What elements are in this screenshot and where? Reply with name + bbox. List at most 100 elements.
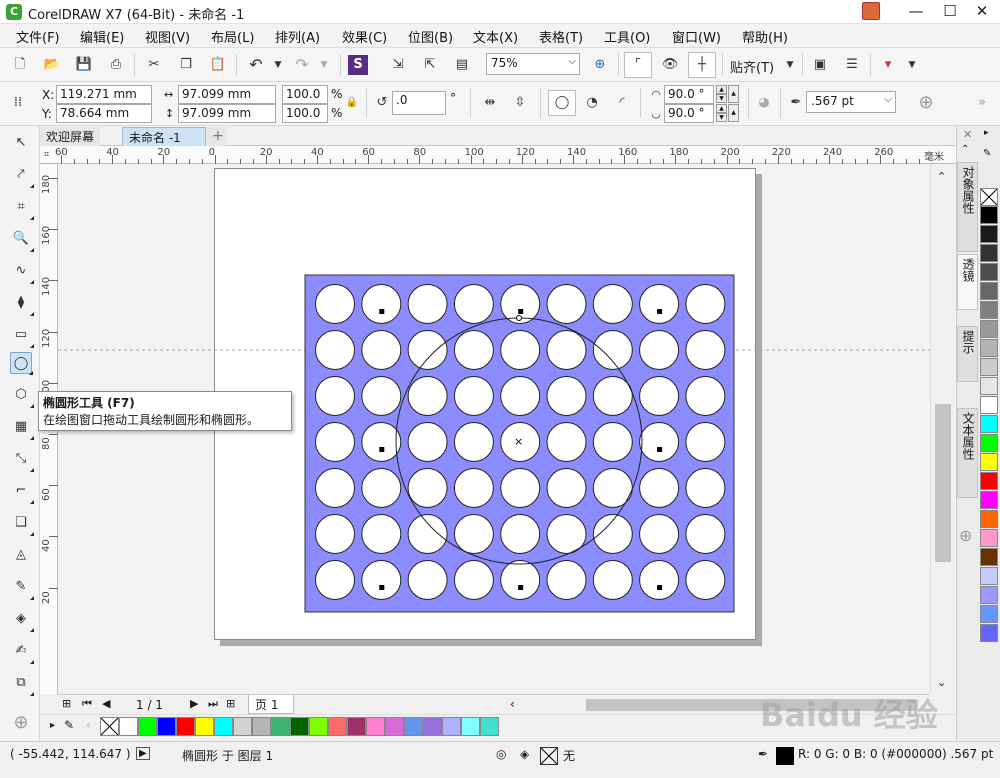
selection-handle[interactable] xyxy=(657,447,663,452)
snap-to-dropdown[interactable]: 贴齐(T) xyxy=(730,57,774,76)
grid-circle[interactable] xyxy=(453,468,494,508)
start-angle-spin[interactable]: ▲ xyxy=(728,85,739,103)
grid-circle[interactable] xyxy=(315,514,355,554)
interactive-fill-tool-icon[interactable]: ◈ xyxy=(10,608,34,632)
color-swatch[interactable] xyxy=(980,434,998,452)
grid-circle[interactable] xyxy=(639,376,680,416)
scroll-up-icon[interactable]: ⌃ xyxy=(937,170,946,183)
shape-tool-icon[interactable]: ⤤ xyxy=(10,164,34,188)
menu-effects[interactable]: 效果(C) xyxy=(342,27,387,46)
grid-circle[interactable] xyxy=(639,330,680,370)
color-swatch[interactable] xyxy=(461,717,480,736)
dimension-tool-icon[interactable]: ⤡ xyxy=(10,448,34,472)
undo-dropdown-icon[interactable]: ▼ xyxy=(268,55,288,75)
open-folder-icon[interactable]: 📂 xyxy=(42,55,62,75)
selection-handle[interactable] xyxy=(518,585,524,590)
color-swatch[interactable] xyxy=(980,586,998,604)
pie-mode-icon[interactable]: ◔ xyxy=(582,93,602,113)
grid-circle[interactable] xyxy=(361,468,402,508)
color-swatch[interactable] xyxy=(980,453,998,471)
grid-circle[interactable] xyxy=(685,376,726,416)
color-swatch[interactable] xyxy=(980,358,998,376)
snap-dropdown-icon[interactable]: ▼ xyxy=(780,55,800,75)
add-tab-button[interactable]: + xyxy=(206,127,226,146)
width-input[interactable]: 97.099 mm xyxy=(178,85,276,104)
insert-page-before-icon[interactable]: ⊞ xyxy=(62,697,71,710)
show-rulers-button[interactable]: ⌜ xyxy=(624,52,652,78)
docker-tab-lens[interactable]: 透镜 xyxy=(957,254,978,310)
grid-circle[interactable] xyxy=(361,376,402,416)
mirror-vertical-icon[interactable]: ⇳ xyxy=(510,93,530,113)
vertical-scrollbar[interactable]: ⌃ ⌄ xyxy=(930,164,956,694)
previous-page-icon[interactable]: ◀ xyxy=(102,697,110,710)
menu-tools[interactable]: 工具(O) xyxy=(604,27,650,46)
end-angle-up[interactable]: ▲ xyxy=(716,104,727,113)
menu-text[interactable]: 文本(X) xyxy=(473,27,518,46)
crop-tool-icon[interactable]: ⌗ xyxy=(10,196,34,220)
ellipse-tool-icon[interactable]: ◯ xyxy=(10,352,33,375)
grid-circle[interactable] xyxy=(685,422,726,462)
connector-tool-icon[interactable]: ⌐ xyxy=(10,480,34,504)
end-angle-down[interactable]: ▼ xyxy=(716,113,727,122)
launcher-dropdown-icon[interactable]: ▼ xyxy=(902,55,922,75)
grid-circle[interactable] xyxy=(361,330,402,370)
welcome-screen-icon[interactable]: ▣ xyxy=(810,55,830,75)
color-swatch[interactable] xyxy=(980,548,998,566)
ellipse-mode-button[interactable]: ◯ xyxy=(548,90,576,116)
docker-tab-text-properties[interactable]: 文本属性 xyxy=(957,408,978,498)
outline-color-swatch[interactable] xyxy=(776,747,794,765)
menu-arrange[interactable]: 排列(A) xyxy=(275,27,320,46)
grid-circle[interactable] xyxy=(407,284,448,324)
grid-circle[interactable] xyxy=(315,560,355,600)
grid-circle[interactable] xyxy=(453,284,494,324)
menu-edit[interactable]: 编辑(E) xyxy=(80,27,124,46)
smart-drawing-tool-icon[interactable]: ✍ xyxy=(10,640,34,664)
grid-circle[interactable] xyxy=(500,514,541,554)
grid-circle[interactable] xyxy=(407,376,448,416)
grid-circle[interactable] xyxy=(546,330,587,370)
vertical-scrollbar-thumb[interactable] xyxy=(935,404,951,562)
more-options-icon[interactable]: » xyxy=(972,93,992,113)
color-swatch[interactable] xyxy=(980,396,998,414)
scale-y-input[interactable]: 100.0 xyxy=(282,104,328,123)
grid-circle[interactable] xyxy=(500,560,541,600)
tab-welcome-screen[interactable]: 欢迎屏幕 xyxy=(40,127,101,146)
rectangle-tool-icon[interactable]: ▭ xyxy=(10,324,34,348)
redo-icon[interactable]: ↷ xyxy=(292,55,312,75)
color-swatch[interactable] xyxy=(252,717,271,736)
grid-circle[interactable] xyxy=(453,514,494,554)
full-screen-preview-icon[interactable]: ⊕ xyxy=(590,55,610,75)
table-tool-icon[interactable]: ▦ xyxy=(10,416,34,440)
menu-layout[interactable]: 布局(L) xyxy=(211,27,254,46)
grid-circle[interactable] xyxy=(500,468,541,508)
x-position-input[interactable]: 119.271 mm xyxy=(56,85,152,104)
color-swatch[interactable] xyxy=(347,717,366,736)
docker-close-icon[interactable]: ✕ xyxy=(963,128,972,141)
scroll-down-icon[interactable]: ⌄ xyxy=(937,676,946,689)
rotation-angle-input[interactable]: .0 xyxy=(392,91,446,115)
options-icon[interactable]: ☰ xyxy=(842,55,862,75)
end-angle-input[interactable]: 90.0 ° xyxy=(664,104,714,123)
color-swatch[interactable] xyxy=(980,624,998,642)
selection-handle[interactable] xyxy=(379,447,385,452)
grid-circle[interactable] xyxy=(592,560,633,600)
grid-circle[interactable] xyxy=(546,284,587,324)
close-button[interactable]: ✕ xyxy=(962,0,1000,24)
eyedropper-tool-icon[interactable]: ✎ xyxy=(10,576,34,600)
docker-add-icon[interactable]: ⊕ xyxy=(959,526,972,545)
circle-grid-group[interactable]: × xyxy=(304,274,735,613)
grid-circle[interactable] xyxy=(315,468,355,508)
grid-circle[interactable] xyxy=(592,422,633,462)
outline-width-select[interactable]: .567 pt ⌵ xyxy=(806,91,896,113)
color-swatch[interactable] xyxy=(980,491,998,509)
color-swatch[interactable] xyxy=(980,282,998,300)
grid-circle[interactable] xyxy=(453,422,494,462)
color-swatch[interactable] xyxy=(366,717,385,736)
fill-bucket-icon[interactable]: ◈ xyxy=(520,747,529,761)
color-swatch[interactable] xyxy=(119,717,138,736)
zoom-level-select[interactable]: 75% ⌵ xyxy=(486,53,580,75)
selection-handle[interactable] xyxy=(657,309,663,314)
lock-ratio-icon[interactable]: 🔒 xyxy=(342,93,362,113)
docker-tab-object-properties[interactable]: 对象属性 xyxy=(957,162,978,252)
grid-circle[interactable] xyxy=(639,560,680,600)
